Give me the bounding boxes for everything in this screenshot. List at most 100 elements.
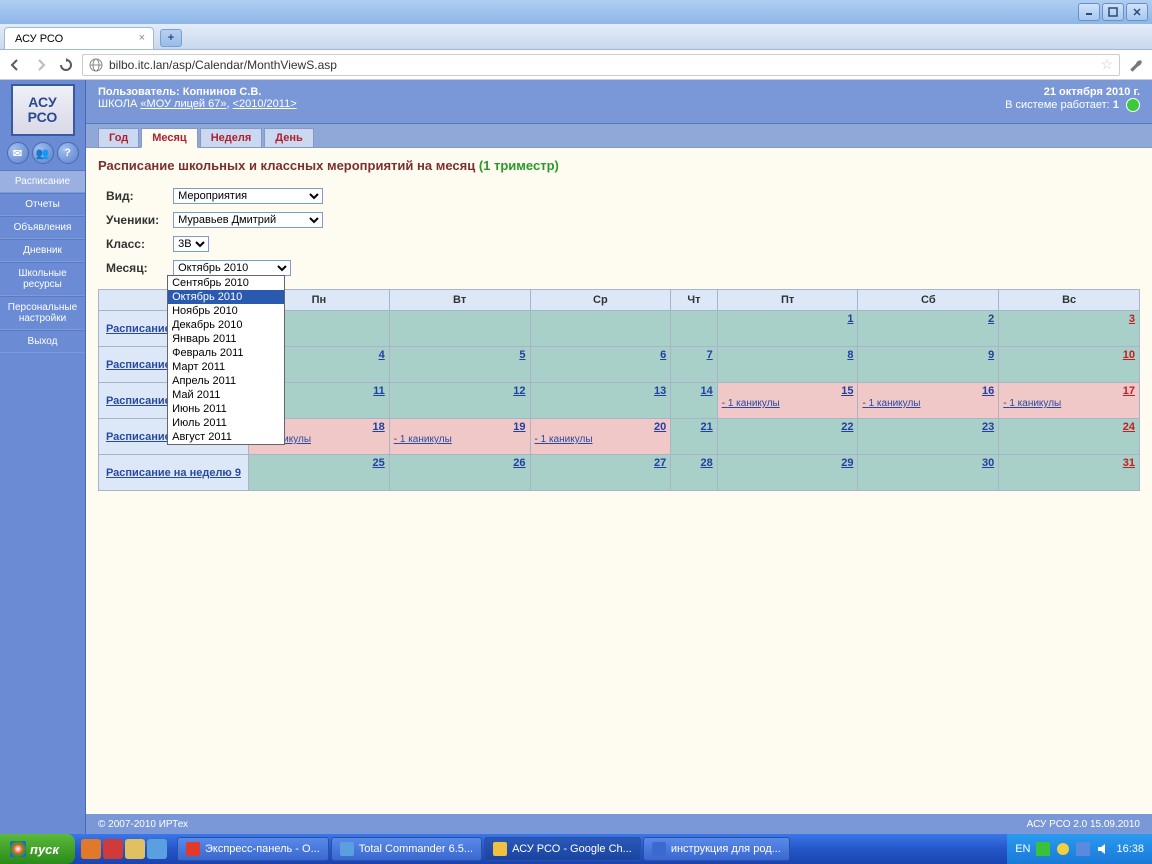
day-number[interactable]: 24 [1123,421,1135,433]
day-number[interactable]: 12 [513,385,525,397]
calendar-cell[interactable]: 24 [999,419,1140,455]
back-button[interactable] [6,56,24,74]
calendar-cell[interactable]: 14 [671,383,717,419]
month-select[interactable]: Октябрь 2010 [173,260,291,276]
tab-День[interactable]: День [264,128,314,148]
day-number[interactable]: 17 [1123,385,1135,397]
tab-Год[interactable]: Год [98,128,139,148]
nav-Выход[interactable]: Выход [0,330,85,353]
calendar-cell[interactable]: 27 [530,455,671,491]
start-button[interactable]: пуск [0,834,75,864]
calendar-cell[interactable] [389,311,530,347]
calendar-cell[interactable]: 30 [858,455,999,491]
close-button[interactable] [1126,3,1148,21]
calendar-cell[interactable] [671,311,717,347]
day-number[interactable]: 27 [654,457,666,469]
taskbar-task[interactable]: инструкция для род... [643,837,790,861]
day-number[interactable]: 1 [847,313,853,325]
day-number[interactable]: 28 [700,457,712,469]
students-select[interactable]: Муравьев Дмитрий [173,212,323,228]
nav-Расписание[interactable]: Расписание [0,170,85,193]
view-select[interactable]: Мероприятия [173,188,323,204]
help-icon[interactable]: ? [57,142,79,164]
calendar-cell[interactable]: 8 [717,347,858,383]
month-option[interactable]: Февраль 2011 [168,346,284,360]
tab-Месяц[interactable]: Месяц [141,128,197,148]
calendar-cell[interactable]: 28 [671,455,717,491]
day-number[interactable]: 9 [988,349,994,361]
day-number[interactable]: 22 [841,421,853,433]
calendar-cell[interactable]: 201 каникулы [530,419,671,455]
day-number[interactable]: 3 [1129,313,1135,325]
month-option[interactable]: Май 2011 [168,388,284,402]
taskbar-task[interactable]: Total Commander 6.5... [331,837,482,861]
calendar-cell[interactable]: 15 1 каникулы [717,383,858,419]
url-input[interactable] [109,58,1094,72]
class-select[interactable]: 3В [173,236,209,252]
refresh-icon[interactable] [1126,98,1140,112]
month-option[interactable]: Декабрь 2010 [168,318,284,332]
month-option[interactable]: Июнь 2011 [168,402,284,416]
event-link[interactable]: 1 каникулы [1003,398,1061,409]
nav-Дневник[interactable]: Дневник [0,239,85,262]
tray-volume-icon[interactable] [1096,842,1110,856]
day-number[interactable]: 11 [373,385,385,397]
bookmark-star-icon[interactable]: ☆ [1100,56,1113,73]
new-tab-button[interactable]: + [160,29,182,47]
calendar-cell[interactable] [530,311,671,347]
calendar-cell[interactable]: 23 [858,419,999,455]
tray-clock[interactable]: 16:38 [1116,843,1144,855]
ql-icon-1[interactable] [81,839,101,859]
users-icon[interactable]: 👥 [32,142,54,164]
day-number[interactable]: 31 [1123,457,1135,469]
calendar-cell[interactable]: 19 1 каникулы [389,419,530,455]
calendar-cell[interactable]: 31 [999,455,1140,491]
day-number[interactable]: 23 [982,421,994,433]
calendar-cell[interactable]: 161 каникулы [858,383,999,419]
event-link[interactable]: 1 каникулы [722,398,780,409]
nav-Объявления[interactable]: Объявления [0,216,85,239]
day-number[interactable]: 21 [700,421,712,433]
day-number[interactable]: 4 [379,349,385,361]
month-option[interactable]: Ноябрь 2010 [168,304,284,318]
day-number[interactable]: 18 [373,421,385,433]
month-option[interactable]: Апрель 2011 [168,374,284,388]
calendar-cell[interactable]: 22 [717,419,858,455]
address-bar[interactable]: ☆ [82,54,1120,76]
browser-tab[interactable]: АСУ РСО × [4,27,154,49]
mail-icon[interactable]: ✉ [7,142,29,164]
calendar-cell[interactable]: 10 [999,347,1140,383]
month-option[interactable]: Январь 2011 [168,332,284,346]
month-option[interactable]: Июль 2011 [168,416,284,430]
day-number[interactable]: 19 [513,421,525,433]
tab-close-icon[interactable]: × [139,32,145,44]
day-number[interactable]: 2 [988,313,994,325]
forward-button[interactable] [32,56,50,74]
minimize-button[interactable] [1078,3,1100,21]
ql-icon-4[interactable] [147,839,167,859]
calendar-cell[interactable]: 9 [858,347,999,383]
month-option[interactable]: Март 2011 [168,360,284,374]
day-number[interactable]: 10 [1123,349,1135,361]
month-option[interactable]: Октябрь 2010 [168,290,284,304]
calendar-cell[interactable]: 5 [389,347,530,383]
settings-wrench-icon[interactable] [1128,56,1146,74]
calendar-cell[interactable]: 7 [671,347,717,383]
calendar-cell[interactable]: 26 [389,455,530,491]
day-number[interactable]: 30 [982,457,994,469]
day-number[interactable]: 13 [654,385,666,397]
tray-icon-3[interactable] [1076,842,1090,856]
calendar-cell[interactable]: 25 [249,455,390,491]
day-number[interactable]: 15 [841,385,853,397]
day-number[interactable]: 6 [660,349,666,361]
day-number[interactable]: 14 [700,385,712,397]
calendar-cell[interactable]: 6 [530,347,671,383]
reload-button[interactable] [58,57,74,73]
calendar-cell[interactable]: 3 [999,311,1140,347]
school-link[interactable]: «МОУ лицей 67» [140,98,226,110]
day-number[interactable]: 26 [513,457,525,469]
event-link[interactable]: 1 каникулы [394,434,452,445]
week-link[interactable]: Расписание на неделю 9 [106,467,241,479]
ql-icon-3[interactable] [125,839,145,859]
event-link[interactable]: 1 каникулы [862,398,920,409]
